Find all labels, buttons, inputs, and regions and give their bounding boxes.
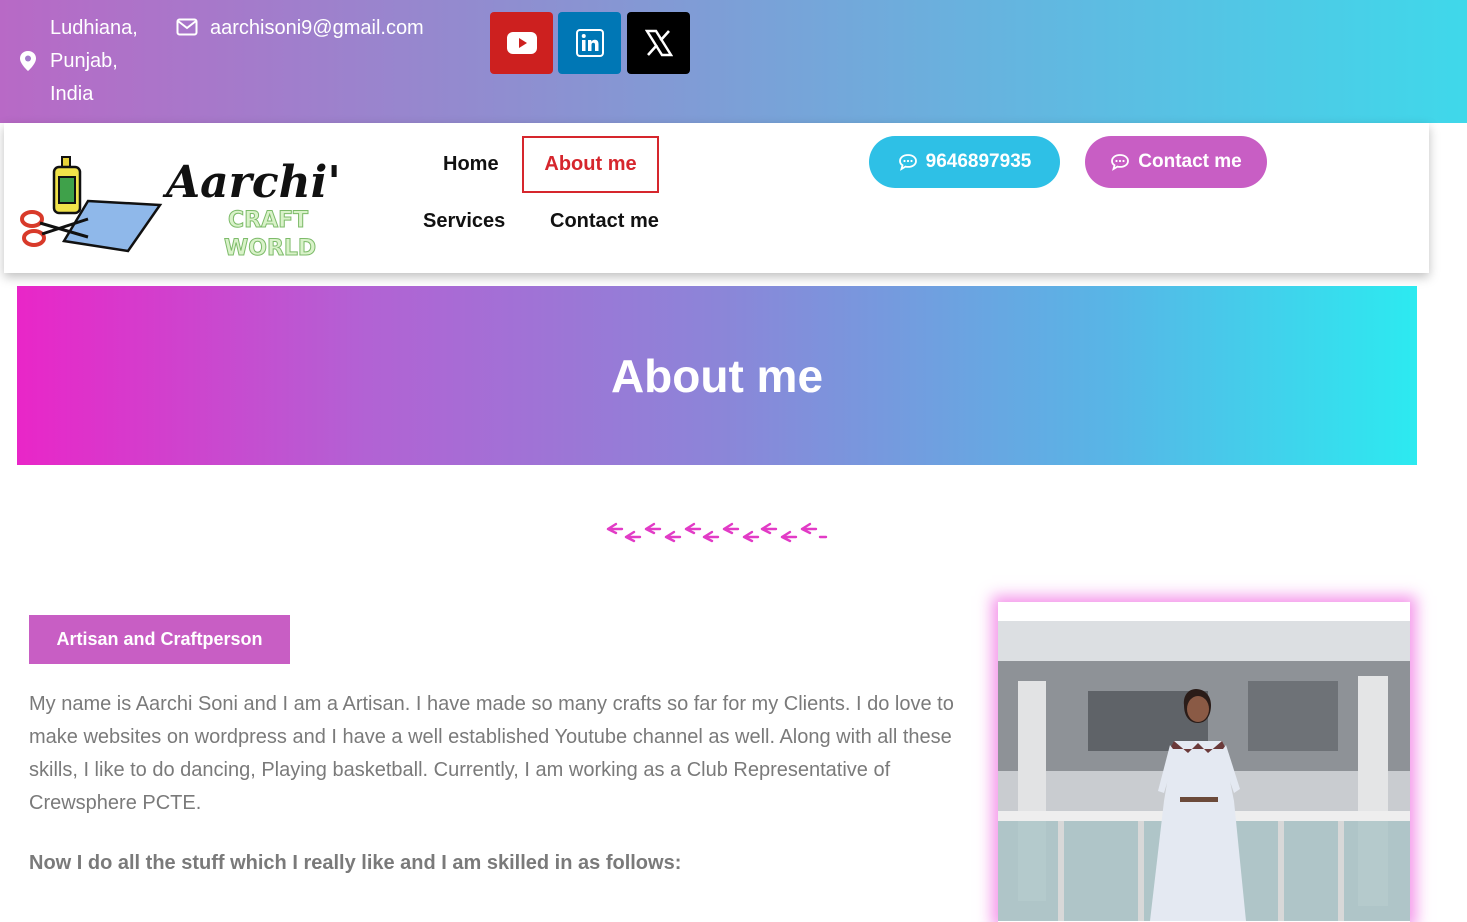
chat-icon (1111, 154, 1130, 171)
nav-services[interactable]: Services (423, 210, 505, 233)
contact-me-label: Contact me (1138, 151, 1242, 172)
phone-button[interactable]: 9646897935 (869, 136, 1060, 188)
x-icon (644, 29, 673, 57)
page-title: About me (610, 349, 824, 402)
svg-text:Aarchi's: Aarchi's (162, 157, 338, 208)
email-text: aarchisoni9@gmail.com (210, 17, 424, 39)
contact-me-button[interactable]: Contact me (1085, 136, 1267, 188)
nav-about-me[interactable]: About me (522, 136, 659, 193)
nav-contact-me[interactable]: Contact me (550, 210, 659, 233)
x-button[interactable] (627, 12, 690, 74)
arrow-divider-icon (606, 522, 828, 543)
role-tag: Artisan and Craftperson (29, 615, 290, 664)
chat-icon (898, 154, 917, 171)
youtube-button[interactable] (490, 12, 553, 74)
youtube-icon (506, 32, 537, 54)
profile-photo (998, 602, 1410, 922)
location-pin-icon (20, 51, 36, 71)
linkedin-icon (575, 29, 604, 57)
about-paragraph: My name is Aarchi Soni and I am a Artisa… (29, 693, 954, 814)
page-banner: About me (17, 286, 1417, 465)
nav-home[interactable]: Home (443, 153, 499, 176)
craft-supplies-icon: Aarchi's CRAFT WORLD (20, 156, 366, 262)
location-line-city: Ludhiana, (50, 17, 138, 39)
top-bar: Ludhiana, Punjab, India aarchisoni9@gmai… (0, 0, 1467, 123)
envelope-icon (176, 18, 198, 36)
location-line-country: India (50, 83, 94, 105)
person-in-mall-image (998, 621, 1410, 921)
svg-text:CRAFT: CRAFT (228, 208, 308, 233)
location-line-state: Punjab, (50, 50, 118, 72)
skills-subheading: Now I do all the stuff which I really li… (29, 852, 682, 874)
linkedin-button[interactable] (558, 12, 621, 74)
site-logo[interactable]: Aarchi's CRAFT WORLD (18, 135, 366, 265)
svg-text:WORLD: WORLD (224, 236, 316, 261)
site-header: Aarchi's CRAFT WORLD Home About me Servi… (4, 123, 1429, 273)
phone-number: 9646897935 (925, 151, 1032, 172)
